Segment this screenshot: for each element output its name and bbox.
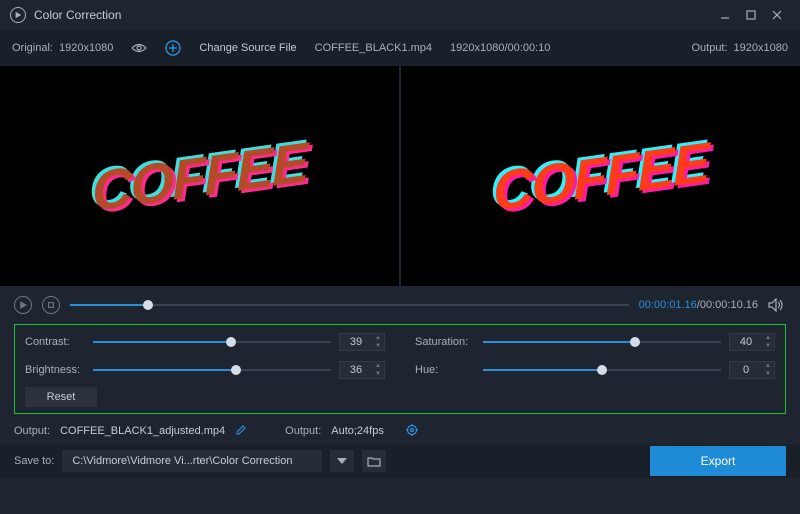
output-preview: COFFEE COFFEE COFFEE <box>399 66 800 286</box>
source-res-duration: 1920x1080/00:00:10 <box>450 42 550 54</box>
save-path-field[interactable]: C:\Vidmore\Vidmore Vi...rter\Color Corre… <box>62 450 322 472</box>
up-arrow-icon[interactable]: ▲ <box>762 362 774 370</box>
app-logo-icon <box>10 7 26 23</box>
saturation-row: Saturation: 40▲▼ <box>415 333 775 351</box>
preview-area: COFFEE COFFEE COFFEE COFFEE COFFEE COFFE… <box>0 66 800 286</box>
original-label: Original: <box>12 42 53 54</box>
contrast-label: Contrast: <box>25 336 85 348</box>
close-button[interactable] <box>764 5 790 25</box>
hue-row: Hue: 0▲▼ <box>415 361 775 379</box>
stop-button[interactable] <box>42 296 60 314</box>
rename-icon[interactable] <box>235 424 247 439</box>
export-button[interactable]: Export <box>650 446 786 476</box>
timecode: 00:00:01.16/00:00:10.16 <box>639 299 758 311</box>
hue-spinner[interactable]: 0▲▼ <box>729 361 775 379</box>
current-time: 00:00:01.16 <box>639 299 697 311</box>
save-to-label: Save to: <box>14 455 54 467</box>
original-resolution: 1920x1080 <box>59 42 113 54</box>
saturation-spinner[interactable]: 40▲▼ <box>729 333 775 351</box>
output-label: Output: <box>691 42 727 54</box>
original-preview: COFFEE COFFEE COFFEE <box>0 66 399 286</box>
minimize-button[interactable] <box>712 5 738 25</box>
output-format: Auto;24fps <box>331 425 384 437</box>
preview-toggle-icon[interactable] <box>131 43 147 53</box>
up-arrow-icon[interactable]: ▲ <box>762 334 774 342</box>
brightness-slider[interactable] <box>93 363 331 377</box>
settings-icon[interactable] <box>406 424 418 439</box>
output-file-label: Output: <box>14 425 50 437</box>
maximize-button[interactable] <box>738 5 764 25</box>
output-info-bar: Output: COFFEE_BLACK1_adjusted.mp4 Outpu… <box>0 418 800 444</box>
play-button[interactable] <box>14 296 32 314</box>
top-info-bar: Original: 1920x1080 Change Source File C… <box>0 30 800 66</box>
output-format-label: Output: <box>285 425 321 437</box>
brightness-label: Brightness: <box>25 364 85 376</box>
contrast-row: Contrast: 39▲▼ <box>25 333 385 351</box>
brightness-spinner[interactable]: 36▲▼ <box>339 361 385 379</box>
down-arrow-icon[interactable]: ▼ <box>372 342 384 350</box>
color-controls-panel: Contrast: 39▲▼ Saturation: 40▲▼ Brightne… <box>14 324 786 414</box>
path-dropdown-button[interactable] <box>330 450 354 472</box>
down-arrow-icon[interactable]: ▼ <box>762 342 774 350</box>
transport-bar: 00:00:01.16/00:00:10.16 <box>0 290 800 320</box>
titlebar: Color Correction <box>0 0 800 30</box>
browse-folder-button[interactable] <box>362 450 386 472</box>
hue-slider[interactable] <box>483 363 721 377</box>
contrast-slider[interactable] <box>93 335 331 349</box>
down-arrow-icon[interactable]: ▼ <box>372 370 384 378</box>
timeline-slider[interactable] <box>70 296 629 314</box>
volume-icon[interactable] <box>768 298 786 312</box>
add-source-icon[interactable] <box>165 40 181 56</box>
save-bar: Save to: C:\Vidmore\Vidmore Vi...rter\Co… <box>0 444 800 478</box>
source-filename: COFFEE_BLACK1.mp4 <box>315 42 432 54</box>
up-arrow-icon[interactable]: ▲ <box>372 334 384 342</box>
up-arrow-icon[interactable]: ▲ <box>372 362 384 370</box>
hue-label: Hue: <box>415 364 475 376</box>
saturation-label: Saturation: <box>415 336 475 348</box>
down-arrow-icon[interactable]: ▼ <box>762 370 774 378</box>
window-title: Color Correction <box>34 8 712 22</box>
reset-button[interactable]: Reset <box>25 387 97 407</box>
contrast-spinner[interactable]: 39▲▼ <box>339 333 385 351</box>
output-filename: COFFEE_BLACK1_adjusted.mp4 <box>60 425 225 437</box>
brightness-row: Brightness: 36▲▼ <box>25 361 385 379</box>
output-resolution: 1920x1080 <box>734 42 788 54</box>
total-time: 00:00:10.16 <box>700 299 758 311</box>
change-source-button[interactable]: Change Source File <box>199 42 296 54</box>
saturation-slider[interactable] <box>483 335 721 349</box>
